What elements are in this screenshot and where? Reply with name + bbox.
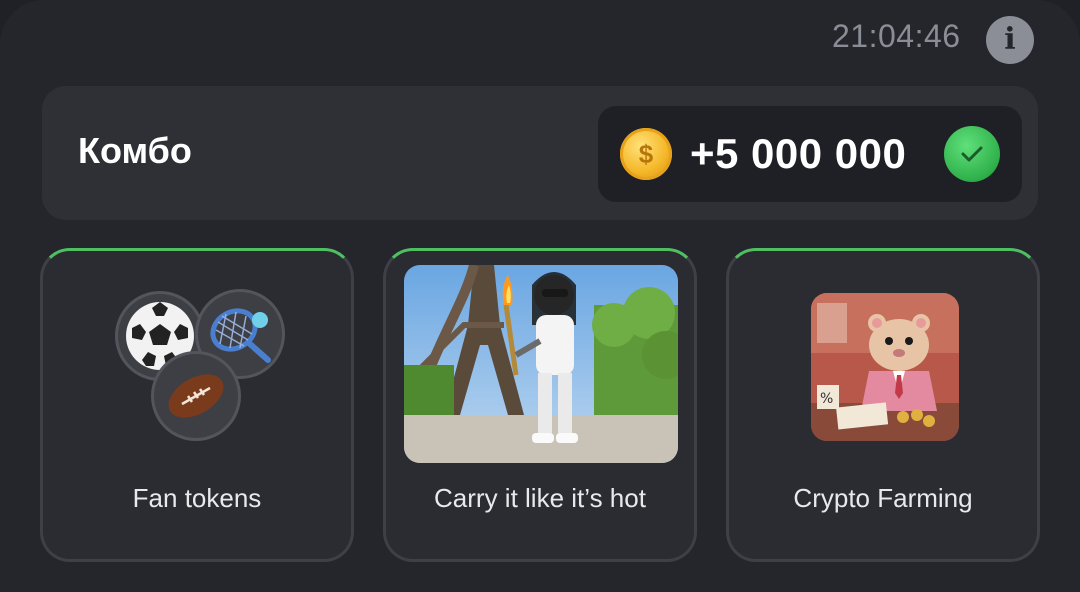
card-crypto-farming[interactable]: % Crypto Farming [726,248,1040,562]
card-label: Carry it like it’s hot [434,483,646,513]
combo-reward: $ +5 000 000 [598,106,1022,202]
hamster-banker-image: % [811,293,959,441]
info-icon[interactable]: i [986,16,1034,64]
hamster-torch-eiffel-image [404,265,678,463]
card-carry-it-like-its-hot[interactable]: Carry it like it’s hot [383,248,697,562]
combo-bar: Комбо $ +5 000 000 [42,86,1038,220]
card-label: Crypto Farming [793,483,973,513]
football-icon [151,351,241,441]
app-screen: 21:04:46 i Комбо $ +5 000 000 Fan tokens… [0,0,1080,592]
reward-amount: +5 000 000 [690,130,907,177]
svg-text:%: % [820,391,833,407]
card-fan-tokens[interactable]: Fan tokens [40,248,354,562]
card-label: Fan tokens [132,483,262,513]
coin-icon: $ [620,128,672,180]
combo-label: Комбо [78,130,192,171]
timer: 21:04:46 [832,18,961,54]
main-panel: 21:04:46 i Комбо $ +5 000 000 Fan tokens… [0,0,1080,592]
check-icon [944,126,1000,182]
